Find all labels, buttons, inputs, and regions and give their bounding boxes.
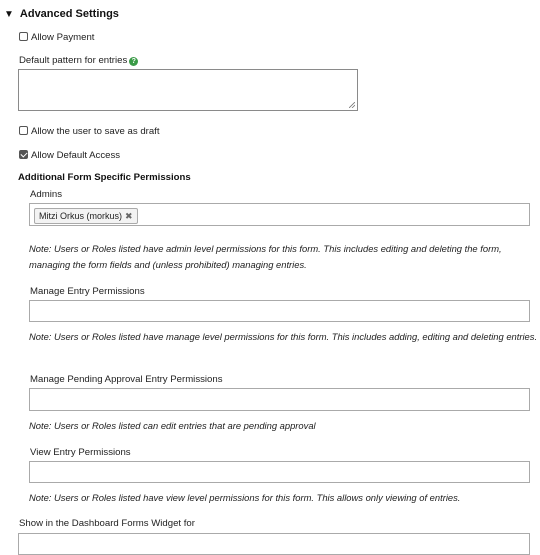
view-field[interactable] bbox=[29, 461, 530, 483]
allow-payment-label[interactable]: Allow Payment bbox=[31, 32, 94, 43]
default-pattern-label: Default pattern for entries bbox=[19, 55, 128, 66]
default-pattern-label-row: Default pattern for entries? bbox=[19, 55, 139, 66]
view-note: Note: Users or Roles listed have view le… bbox=[29, 492, 461, 503]
dashboard-label: Show in the Dashboard Forms Widget for bbox=[19, 518, 195, 529]
admins-field[interactable]: Mitzi Orkus (morkus) ✖ bbox=[29, 203, 530, 226]
default-access-label[interactable]: Allow Default Access bbox=[31, 150, 120, 161]
default-pattern-textarea[interactable] bbox=[18, 69, 358, 111]
save-draft-checkbox[interactable] bbox=[19, 126, 28, 135]
default-access-row: Allow Default Access bbox=[19, 150, 120, 161]
manage-label: Manage Entry Permissions bbox=[30, 286, 145, 297]
admins-label: Admins bbox=[30, 189, 62, 200]
default-access-checkbox[interactable] bbox=[19, 150, 28, 159]
manage-note: Note: Users or Roles listed have manage … bbox=[29, 331, 538, 342]
save-draft-label[interactable]: Allow the user to save as draft bbox=[31, 126, 160, 137]
collapse-triangle-icon[interactable]: ▼ bbox=[4, 9, 14, 20]
allow-payment-row: Allow Payment bbox=[19, 32, 94, 43]
section-title: Advanced Settings bbox=[19, 8, 119, 20]
allow-payment-checkbox[interactable] bbox=[19, 32, 28, 41]
remove-tag-icon[interactable]: ✖ bbox=[125, 211, 133, 221]
resize-handle-icon[interactable] bbox=[349, 102, 355, 108]
save-draft-row: Allow the user to save as draft bbox=[19, 126, 160, 137]
advanced-settings-header[interactable]: ▼ Advanced Settings bbox=[4, 8, 119, 20]
manage-field[interactable] bbox=[29, 300, 530, 322]
pending-label: Manage Pending Approval Entry Permission… bbox=[30, 374, 223, 385]
pending-field[interactable] bbox=[29, 388, 530, 411]
admin-tag-label: Mitzi Orkus (morkus) bbox=[39, 211, 122, 221]
pending-note: Note: Users or Roles listed can edit ent… bbox=[29, 420, 316, 431]
view-label: View Entry Permissions bbox=[30, 447, 131, 458]
admins-note: Note: Users or Roles listed have admin l… bbox=[29, 243, 502, 270]
admin-tag: Mitzi Orkus (morkus) ✖ bbox=[34, 208, 138, 224]
permissions-title: Additional Form Specific Permissions bbox=[18, 172, 191, 183]
help-icon[interactable]: ? bbox=[129, 57, 139, 66]
